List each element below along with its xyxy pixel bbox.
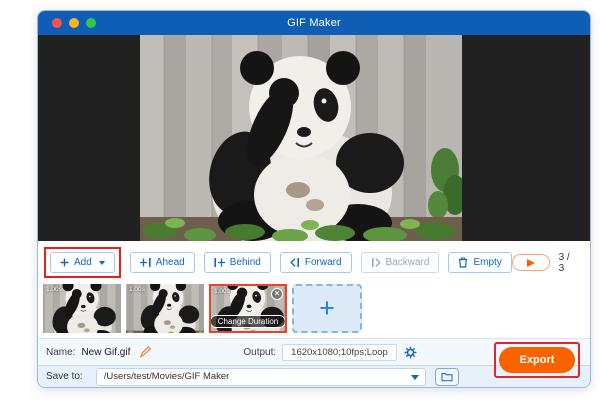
dropdown-arrow-icon[interactable] [410,374,419,380]
gear-icon [404,346,417,358]
folder-icon [441,372,453,381]
close-window-button[interactable] [52,18,62,28]
name-label: Name: [46,346,76,358]
empty-label: Empty [473,257,502,268]
add-frame-tile[interactable]: + [292,284,362,333]
zoom-window-button[interactable] [86,18,96,28]
caret-down-icon [98,260,105,265]
add-behind-icon [214,258,225,267]
edit-name-button[interactable] [139,346,152,358]
frame-1-duration: 1.00s [46,286,62,293]
save-path-dropdown[interactable]: /Users/test/Movies/GIF Maker [95,367,426,386]
frame-toolbar: Add Ahead Behind Forward Backward Empty … [38,241,590,284]
ahead-button[interactable]: Ahead [129,252,195,273]
title-bar: GIF Maker [38,11,590,35]
forward-label: Forward [304,257,342,268]
preview-panda-image [140,35,462,241]
add-button-highlight: Add [44,247,121,278]
frame-2-duration: 1.00s [129,286,145,293]
play-icon [526,258,535,267]
frame-thumbnail-3-selected[interactable]: 1.00s ✕ Change Duration [209,284,287,333]
export-button[interactable]: Export [499,347,575,373]
window-controls [52,11,96,35]
save-to-label: Save to: [46,371,83,382]
remove-frame-button[interactable]: ✕ [271,288,283,300]
preview-area [38,35,590,241]
minimize-window-button[interactable] [69,18,79,28]
behind-label: Behind [229,257,261,268]
add-frame-plus-icon: + [319,293,335,323]
forward-button[interactable]: Forward [279,252,352,273]
play-button[interactable] [511,254,550,271]
export-button-highlight: Export [494,342,580,378]
add-button[interactable]: Add [50,252,115,273]
gif-name-value: New Gif.gif [81,346,131,358]
move-backward-icon [371,258,381,267]
frame-timeline: 1.00s 1.00s 1.00s ✕ Change Duration + [38,284,590,338]
output-label: Output: [243,346,277,358]
frame-3-duration: 1.00s [214,288,230,295]
ahead-label: Ahead [155,257,185,268]
backward-label: Backward [385,257,430,268]
behind-button[interactable]: Behind [203,252,271,273]
browse-folder-button[interactable] [434,367,459,386]
change-duration-button[interactable]: Change Duration [211,315,285,328]
trash-icon [459,257,468,268]
backward-button[interactable]: Backward [360,252,440,273]
window-title: GIF Maker [287,17,341,29]
add-ahead-icon [139,258,151,267]
output-settings-value: 1620x1080;10fps;Loop [282,343,397,361]
move-forward-icon [290,258,299,267]
frame-thumbnail-1[interactable]: 1.00s [43,284,121,333]
empty-button[interactable]: Empty [448,252,512,273]
gif-maker-window: GIF Maker Add Ahead Behind Forward Backw… [37,10,591,388]
add-label: Add [74,257,92,268]
frame-thumbnail-2[interactable]: 1.00s [126,284,204,333]
plus-icon [60,258,69,267]
save-path-value: /Users/test/Movies/GIF Maker [103,371,230,382]
frame-counter: 3 / 3 [558,251,570,274]
pencil-icon [140,346,152,358]
output-settings-button[interactable] [404,346,417,359]
